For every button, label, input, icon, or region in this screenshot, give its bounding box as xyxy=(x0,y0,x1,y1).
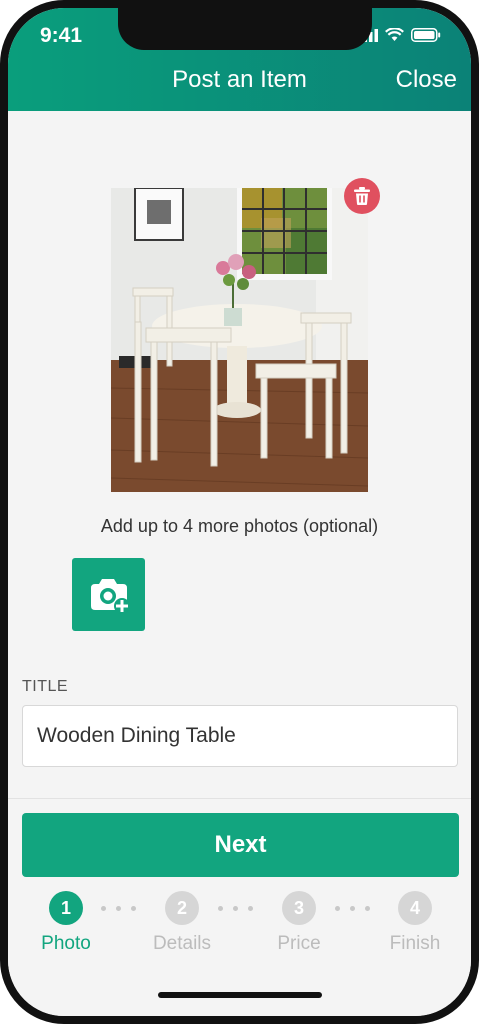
close-button[interactable]: Close xyxy=(396,66,457,94)
add-photo-button[interactable] xyxy=(72,558,145,631)
step-progress: 1 Photo 2 Details 3 Price 4 Finish xyxy=(8,891,471,971)
step-connector xyxy=(218,906,253,911)
step-number: 4 xyxy=(398,891,432,925)
step-number: 1 xyxy=(49,891,83,925)
phone-frame: 9:41 Post an Item Close Add up to 4 more… xyxy=(0,0,479,1024)
step-label: Details xyxy=(152,933,212,954)
title-input[interactable] xyxy=(22,705,458,767)
step-finish[interactable]: 4 Finish xyxy=(370,891,460,955)
uploaded-photo[interactable] xyxy=(111,188,368,492)
home-indicator xyxy=(158,992,322,998)
add-more-photos-text: Add up to 4 more photos (optional) xyxy=(100,516,379,536)
add-photo-camera-icon xyxy=(90,578,130,614)
dining-table-photo xyxy=(111,188,368,492)
step-connector xyxy=(335,906,370,911)
step-details[interactable]: 2 Details xyxy=(137,891,227,955)
title-field-label: TITLE xyxy=(22,678,69,695)
delete-photo-button[interactable] xyxy=(344,178,380,214)
step-number: 2 xyxy=(165,891,199,925)
battery-icon xyxy=(411,28,441,42)
device-notch xyxy=(118,8,372,50)
status-time: 9:41 xyxy=(40,24,83,47)
next-button[interactable]: Next xyxy=(22,813,459,877)
step-label: Photo xyxy=(41,933,91,954)
step-photo[interactable]: 1 Photo xyxy=(21,891,111,955)
wifi-icon xyxy=(385,28,404,41)
step-connector xyxy=(101,906,136,911)
trash-icon xyxy=(354,187,370,205)
step-label: Price xyxy=(277,933,321,954)
step-label: Finish xyxy=(389,933,441,954)
step-number: 3 xyxy=(282,891,316,925)
bottom-bar: Next 1 Photo 2 Details 3 Price 4 Finish xyxy=(8,798,471,1016)
step-price[interactable]: 3 Price xyxy=(254,891,344,955)
